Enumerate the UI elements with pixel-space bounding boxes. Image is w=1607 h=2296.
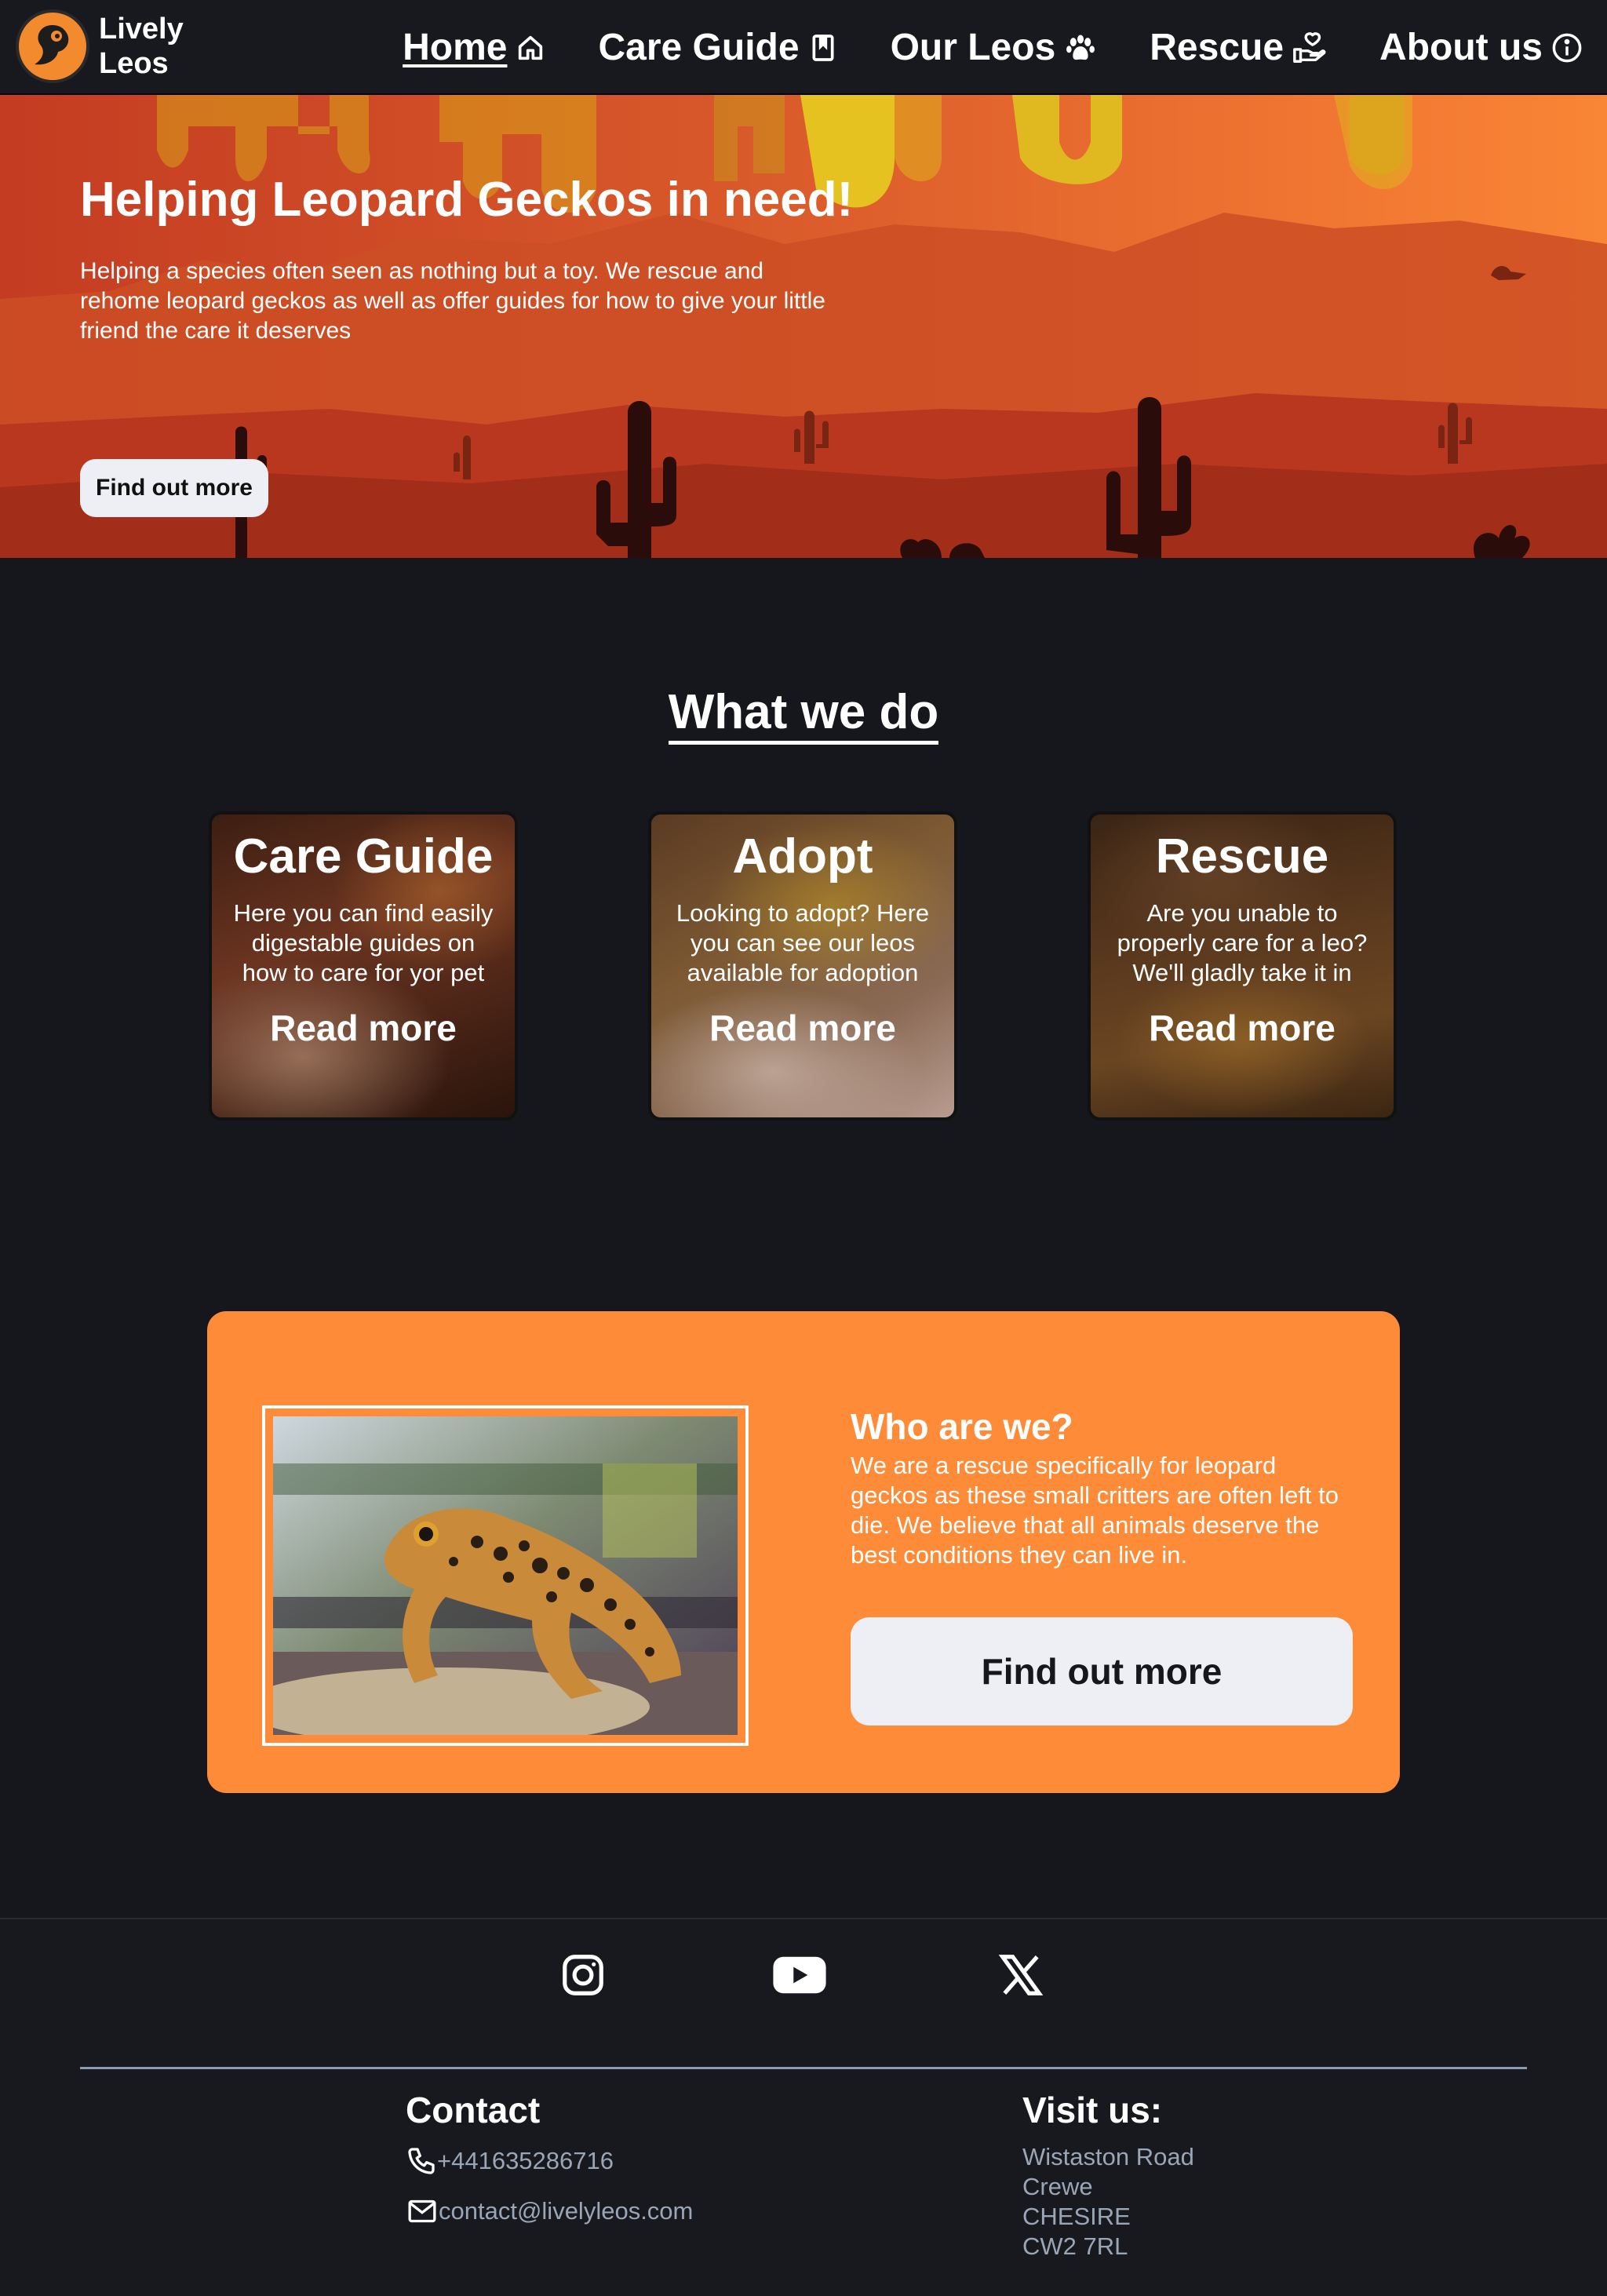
who-are-we-section: Who are we? We are a rescue specifically… (207, 1311, 1400, 1793)
book-icon (812, 34, 834, 61)
who-are-we-description: We are a rescue specifically for leopard… (851, 1452, 1339, 1569)
contact-phone-text: +441635286716 (437, 2147, 614, 2174)
who-are-we-title: Who are we? (851, 1406, 1073, 1447)
card-read-more-link[interactable]: Read more (212, 1007, 515, 1049)
card-title: Care Guide (233, 829, 494, 884)
nav-item-our-leos[interactable]: Our Leos (891, 26, 1099, 69)
contact-email[interactable]: contact@livelyleos.com (406, 2196, 693, 2227)
address-line: CW2 7RL (1022, 2232, 1128, 2260)
home-icon (519, 35, 543, 60)
paw-icon (1066, 35, 1095, 60)
nav-label-home: Home (403, 27, 508, 68)
card-adopt[interactable]: Adopt Looking to adopt? Here you can see… (648, 811, 957, 1121)
x-icon[interactable] (997, 1951, 1045, 2003)
visit-title: Visit us: (1022, 2090, 1163, 2130)
hero-description: Helping a species often seen as nothing … (80, 258, 825, 344)
hero-find-out-more-button[interactable]: Find out more (80, 459, 268, 517)
who-find-out-more-button[interactable]: Find out more (851, 1617, 1353, 1726)
nav-label-about-us: About us (1379, 27, 1543, 68)
address-line: Wistaston Road (1022, 2143, 1194, 2170)
instagram-icon[interactable] (559, 1951, 607, 2003)
top-navigation: Lively Leos Home Care Guide Our Leos Res… (0, 0, 1607, 95)
who-are-we-photo-frame (242, 1405, 749, 1746)
what-we-do-title: What we do (668, 685, 939, 745)
contact-phone[interactable]: +441635286716 (406, 2145, 614, 2177)
brand-name-line2: Leos (99, 47, 169, 80)
card-text: Here you can find easily digestable guid… (233, 899, 494, 986)
info-icon (1552, 33, 1582, 62)
card-title: Adopt (732, 829, 873, 884)
card-text: Looking to adopt? Here you can see our l… (676, 899, 930, 986)
nav-label-care-guide: Care Guide (598, 27, 800, 68)
footer-divider (80, 2067, 1527, 2069)
card-rescue[interactable]: Rescue Are you unable to properly care f… (1088, 811, 1397, 1121)
contact-email-text: contact@livelyleos.com (439, 2197, 694, 2225)
nav-links: Home Care Guide Our Leos Rescue About us (351, 0, 1583, 95)
nav-item-about-us[interactable]: About us (1379, 26, 1583, 69)
nav-item-care-guide[interactable]: Care Guide (598, 26, 838, 69)
address-line: Crewe (1022, 2173, 1093, 2200)
nav-item-home[interactable]: Home (403, 26, 546, 69)
mail-icon (408, 2199, 436, 2223)
hero-banner: Helping Leopard Geckos in need! Helping … (0, 95, 1607, 558)
gecko-logo-icon (16, 9, 89, 83)
what-we-do-heading: What we do (0, 684, 1607, 745)
brand[interactable]: Lively Leos (16, 9, 184, 83)
card-text: Are you unable to properly care for a le… (1117, 899, 1368, 986)
card-read-more-link[interactable]: Read more (1091, 1007, 1394, 1049)
nav-label-rescue: Rescue (1150, 27, 1285, 68)
footer: Contact +441635286716 contact@livelyleos… (0, 1918, 1607, 2296)
leopard-gecko-photo (242, 1416, 738, 1746)
card-care-guide[interactable]: Care Guide Here you can find easily dige… (209, 811, 518, 1121)
visit-address: Wistaston Road Crewe CHESIRE CW2 7RL (1022, 2142, 1194, 2261)
youtube-icon[interactable] (771, 1951, 829, 2003)
card-title: Rescue (1155, 829, 1329, 884)
hand-heart-icon (1293, 31, 1326, 63)
card-read-more-link[interactable]: Read more (651, 1007, 954, 1049)
brand-name-line1: Lively (99, 13, 184, 46)
contact-title: Contact (406, 2090, 541, 2130)
address-line: CHESIRE (1022, 2203, 1131, 2230)
nav-item-rescue[interactable]: Rescue (1150, 26, 1328, 69)
hero-title: Helping Leopard Geckos in need! (80, 173, 854, 227)
nav-label-our-leos: Our Leos (890, 27, 1056, 68)
phone-icon (408, 2148, 435, 2174)
